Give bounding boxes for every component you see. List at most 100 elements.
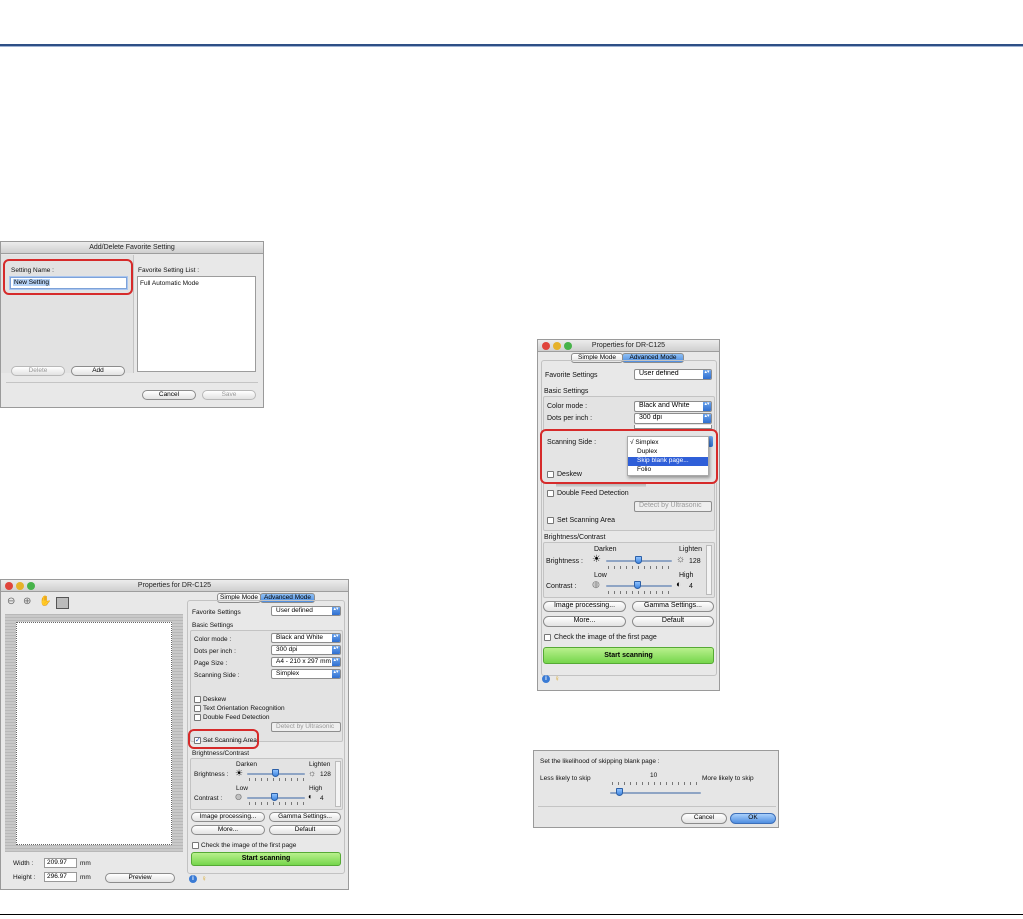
help-key-icon[interactable]: ♀ <box>201 874 207 883</box>
favorite-list[interactable]: Full Automatic Mode <box>137 276 256 372</box>
detect-by-select[interactable]: Detect by Ultrasonic <box>634 501 712 512</box>
favorite-settings-value: User defined <box>276 607 313 614</box>
info-icon[interactable]: i <box>189 875 197 883</box>
skip-track[interactable] <box>610 792 701 794</box>
more-likely-label: More likely to skip <box>702 775 754 782</box>
height-unit: mm <box>80 874 91 881</box>
contrast-high-icon: ◐ <box>308 792 313 801</box>
less-likely-label: Less likely to skip <box>540 775 591 782</box>
dpi-select[interactable]: 300 dpi ▴▾ <box>271 645 341 655</box>
contrast-value: 4 <box>320 795 324 802</box>
chevron-updown-icon: ▴▾ <box>332 634 340 642</box>
check-first-page-checkbox[interactable] <box>544 634 551 641</box>
image-processing-button[interactable]: Image processing... <box>191 812 265 822</box>
dialog-title: Add/Delete Favorite Setting <box>1 242 263 254</box>
preview-area[interactable] <box>5 614 183 852</box>
brightness-slider-thumb[interactable] <box>272 769 279 777</box>
brightness-slider-thumb[interactable] <box>635 556 642 564</box>
window-controls <box>5 582 35 590</box>
divider <box>6 382 258 383</box>
contrast-slider-thumb[interactable] <box>634 581 641 589</box>
preview-button[interactable]: Preview <box>105 873 175 883</box>
check-first-page-label: Check the image of the first page <box>201 842 297 849</box>
low-label: Low <box>236 785 248 792</box>
color-mode-select[interactable]: Black and White ▴▾ <box>634 401 712 412</box>
scrollbar[interactable] <box>335 761 341 807</box>
scan-area-page[interactable] <box>16 622 172 845</box>
more-button[interactable]: More... <box>543 616 626 627</box>
double-feed-checkbox[interactable] <box>547 490 554 497</box>
basic-settings-heading: Basic Settings <box>192 622 234 629</box>
hand-icon[interactable]: ✋ <box>39 596 51 607</box>
text-orientation-partial <box>556 484 646 487</box>
brightness-contrast-heading: Brightness/Contrast <box>192 750 250 757</box>
page-size-select[interactable]: A4 - 210 x 297 mm ▴▾ <box>271 657 341 667</box>
check-first-page-checkbox[interactable] <box>192 842 199 849</box>
help-key-icon[interactable]: ♀ <box>554 674 560 683</box>
delete-button[interactable]: Delete <box>11 366 65 376</box>
lighten-label: Lighten <box>679 546 702 553</box>
default-button[interactable]: Default <box>269 825 341 835</box>
set-scanning-area-checkbox[interactable] <box>547 517 554 524</box>
width-field[interactable]: 209.97 <box>44 858 77 868</box>
sun-dark-icon: ☀ <box>592 554 601 565</box>
height-field[interactable]: 296.97 <box>44 872 77 882</box>
detect-by-select[interactable]: Detect by Ultrasonic <box>271 722 341 732</box>
contrast-low-icon: ◍ <box>235 792 242 801</box>
contrast-ticks <box>249 802 304 805</box>
start-scanning-button[interactable]: Start scanning <box>191 852 341 866</box>
minimize-icon[interactable] <box>16 582 24 590</box>
default-button[interactable]: Default <box>632 616 714 627</box>
zoom-icon[interactable] <box>564 342 572 350</box>
cancel-button[interactable]: Cancel <box>681 813 727 824</box>
gamma-settings-button[interactable]: Gamma Settings... <box>269 812 341 822</box>
color-mode-select[interactable]: Black and White ▴▾ <box>271 633 341 643</box>
close-icon[interactable] <box>542 342 550 350</box>
start-scanning-button[interactable]: Start scanning <box>543 647 714 664</box>
zoom-in-icon[interactable]: ⊕ <box>23 596 31 607</box>
info-icon[interactable]: i <box>542 675 550 683</box>
brightness-value: 128 <box>689 558 701 565</box>
scrollbar[interactable] <box>706 545 712 595</box>
skip-ticks <box>612 782 700 785</box>
scanning-side-highlight <box>540 429 718 484</box>
image-processing-button[interactable]: Image processing... <box>543 601 626 612</box>
save-button[interactable]: Save <box>202 390 256 400</box>
skip-blank-page-dialog: Set the likelihood of skipping blank pag… <box>533 750 779 828</box>
minimize-icon[interactable] <box>553 342 561 350</box>
skip-slider-thumb[interactable] <box>616 788 624 796</box>
properties-window: Properties for DR-C125 Simple Mode Advan… <box>537 339 720 691</box>
basic-settings-heading: Basic Settings <box>544 388 589 395</box>
cancel-button[interactable]: Cancel <box>142 390 196 400</box>
footer-rule <box>0 914 1023 915</box>
setting-name-highlight <box>3 259 133 295</box>
chevron-updown-icon: ▴▾ <box>703 402 711 411</box>
set-scanning-area-highlight <box>188 729 259 749</box>
dpi-select[interactable]: 300 dpi ▴▾ <box>634 413 712 424</box>
favorite-settings-select[interactable]: User defined ▴▾ <box>271 606 341 616</box>
zoom-out-icon[interactable]: ⊖ <box>7 596 15 607</box>
close-icon[interactable] <box>5 582 13 590</box>
ok-button[interactable]: OK <box>730 813 776 824</box>
add-button[interactable]: Add <box>71 366 125 376</box>
zoom-icon[interactable] <box>27 582 35 590</box>
gamma-settings-button[interactable]: Gamma Settings... <box>632 601 714 612</box>
scanning-side-label: Scanning Side : <box>194 672 240 679</box>
contrast-slider-thumb[interactable] <box>271 793 278 801</box>
scanning-side-select[interactable]: Simplex ▴▾ <box>271 669 341 679</box>
contrast-label: Contrast : <box>546 583 577 590</box>
favorite-settings-select[interactable]: User defined ▴▾ <box>634 369 712 380</box>
skip-blank-title: Set the likelihood of skipping blank pag… <box>540 758 660 765</box>
high-label: High <box>679 572 694 579</box>
select-area-icon[interactable] <box>56 597 69 609</box>
more-button[interactable]: More... <box>191 825 265 835</box>
double-feed-checkbox[interactable] <box>194 714 201 721</box>
sun-light-icon: ☼ <box>308 768 317 778</box>
text-orientation-checkbox[interactable] <box>194 705 201 712</box>
contrast-ticks <box>608 591 670 594</box>
list-item[interactable]: Full Automatic Mode <box>140 280 199 287</box>
sun-dark-icon: ☀ <box>235 768 244 778</box>
double-feed-label: Double Feed Detection <box>557 490 629 497</box>
deskew-checkbox[interactable] <box>194 696 201 703</box>
divider <box>538 806 776 807</box>
